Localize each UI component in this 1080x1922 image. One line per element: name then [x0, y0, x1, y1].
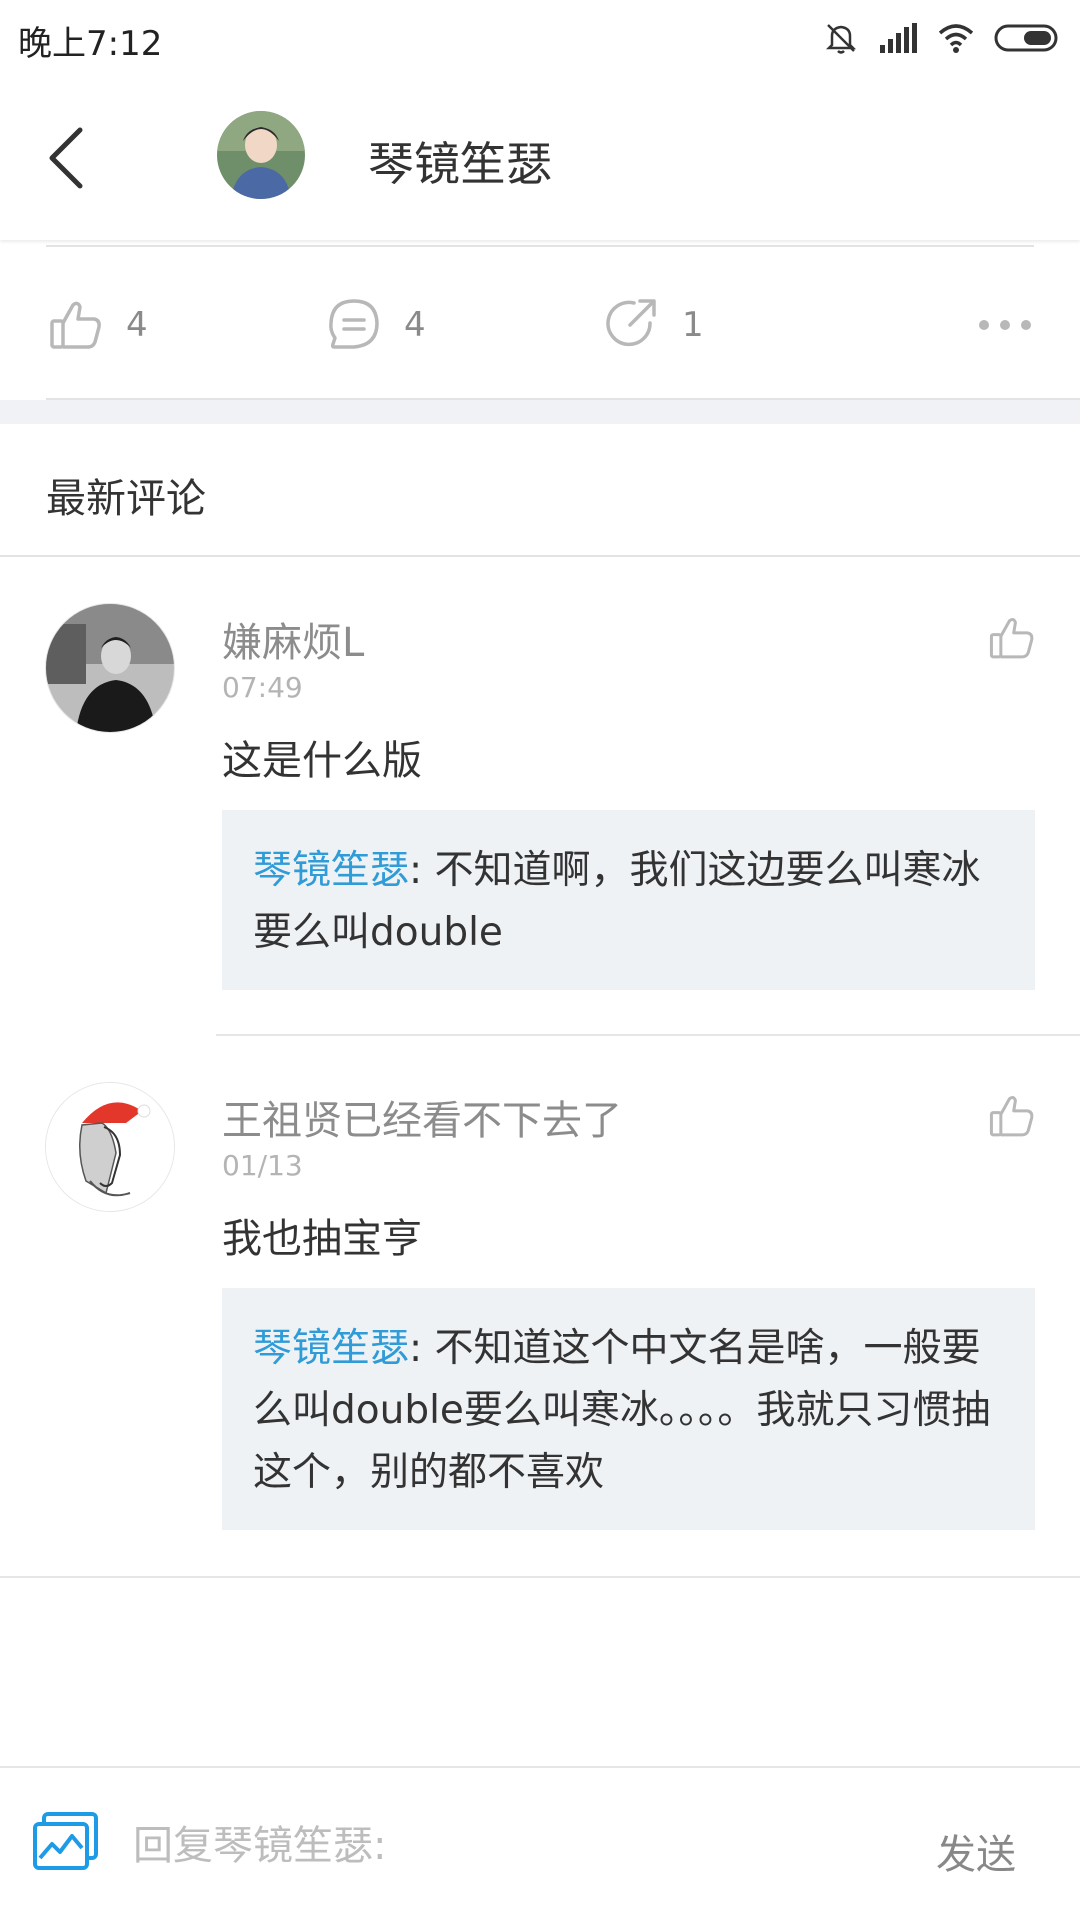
- comment-time: 07:49: [222, 671, 303, 704]
- comment-icon: [329, 299, 379, 349]
- share-count: 1: [682, 305, 704, 345]
- share-icon: [606, 299, 656, 347]
- section-gap: [0, 400, 1080, 424]
- comment-like-button[interactable]: [988, 1092, 1036, 1140]
- image-icon: [33, 1812, 98, 1870]
- comment-count: 4: [404, 305, 426, 345]
- reply-box[interactable]: 琴镜笙瑟: 不知道啊，我们这边要么叫寒冰要么叫double: [222, 810, 1035, 990]
- comment-text: 我也抽宝亨: [222, 1216, 422, 1262]
- divider: [0, 555, 1080, 557]
- divider: [46, 245, 1034, 247]
- author-avatar[interactable]: [217, 111, 305, 199]
- reply-content: 琴镜笙瑟: 不知道啊，我们这边要么叫寒冰要么叫double: [253, 840, 1013, 964]
- signal-icon: [880, 23, 917, 53]
- comment-text: 这是什么版: [222, 738, 422, 784]
- insert-image-button[interactable]: [32, 1812, 100, 1872]
- thumbs-up-icon: [989, 617, 1034, 659]
- page-title: 琴镜笙瑟: [368, 137, 552, 191]
- send-button[interactable]: 发送: [936, 1822, 1016, 1880]
- commenter-avatar[interactable]: [45, 603, 175, 733]
- share-button[interactable]: 1: [604, 290, 704, 360]
- more-dots-icon: [979, 320, 1031, 330]
- status-bar: 晚上7:12: [0, 0, 1080, 75]
- author-avatar-image: [217, 111, 305, 199]
- reply-content: 琴镜笙瑟: 不知道这个中文名是啥，一般要么叫double要么叫寒冰。。。。我就只…: [253, 1318, 1013, 1504]
- commenter-avatar[interactable]: [45, 1082, 175, 1212]
- like-count: 4: [126, 305, 148, 345]
- commenter-name[interactable]: 嫌麻烦L: [222, 610, 364, 668]
- wifi-icon: [938, 24, 974, 53]
- comment-button[interactable]: 4: [326, 290, 426, 360]
- like-button[interactable]: 4: [48, 290, 148, 360]
- reply-author[interactable]: 琴镜笙瑟: [253, 848, 409, 893]
- reply-author[interactable]: 琴镜笙瑟: [253, 1326, 409, 1371]
- reply-input[interactable]: [133, 1818, 893, 1874]
- thumbs-up-icon: [50, 301, 101, 349]
- status-time: 晚上7:12: [18, 24, 163, 64]
- battery-icon: [994, 24, 1058, 52]
- status-icons: [824, 18, 1060, 58]
- latest-comments-title: 最新评论: [46, 476, 206, 522]
- divider: [216, 1034, 1080, 1036]
- thumbs-up-icon: [989, 1095, 1034, 1137]
- comment-like-button[interactable]: [988, 614, 1036, 662]
- comment-time: 01/13: [222, 1149, 303, 1182]
- more-button[interactable]: [976, 290, 1034, 360]
- commenter-name[interactable]: 王祖贤已经看不下去了: [222, 1088, 622, 1146]
- divider: [0, 1576, 1080, 1578]
- back-button[interactable]: [40, 118, 100, 198]
- reply-box[interactable]: 琴镜笙瑟: 不知道这个中文名是啥，一般要么叫double要么叫寒冰。。。。我就只…: [222, 1288, 1035, 1530]
- chevron-left-icon: [49, 127, 83, 189]
- bell-off-icon: [825, 24, 857, 54]
